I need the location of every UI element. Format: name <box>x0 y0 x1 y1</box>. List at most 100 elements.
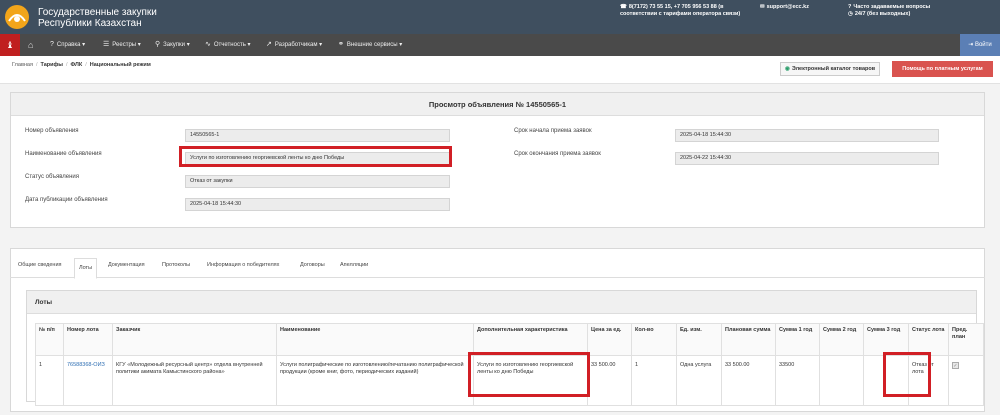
column-header: Пред. план <box>948 323 984 356</box>
start-date-label: Срок начала приема заявок <box>514 128 592 134</box>
column-header: Кол-во <box>631 323 677 356</box>
column-header: Дополнительная характеристика <box>473 323 588 356</box>
breadcrumb-separator: / <box>35 62 38 68</box>
phone-line-1: 8(7172) 73 55 15, +7 705 956 53 88 (в <box>628 4 724 10</box>
chart-icon: ∿ <box>205 41 211 48</box>
lots-title: Лоты <box>27 291 976 314</box>
email-contact[interactable]: ✉ support@ecc.kz <box>760 4 809 11</box>
mail-icon: ✉ <box>760 4 765 10</box>
page-title: Просмотр объявления № 14550565-1 <box>11 93 984 116</box>
home-icon[interactable]: ⌂ <box>28 34 33 56</box>
number-label: Номер объявления <box>25 128 79 134</box>
publication-date-field[interactable]: 2025-04-18 15:44:30 <box>185 198 450 211</box>
nav-item-help[interactable]: ? Справка ▾ <box>50 34 85 56</box>
catalog-label: Электронный каталог товаров <box>791 66 876 72</box>
column-header: Наименование <box>276 323 474 356</box>
question-icon: ? <box>848 4 852 10</box>
highlight-box <box>883 352 931 397</box>
phone-contact: ☎ 8(7172) 73 55 15, +7 705 956 53 88 (в с… <box>620 4 740 18</box>
lots-panel: Лоты № п/п Номер лота Заказчик Наименова… <box>26 290 984 406</box>
main-nav: ♝ ⌂ ? Справка ▾ ☰ Реестры ▾ ⚲ Закупки ▾ ∿ От… <box>0 34 1000 56</box>
tab-general[interactable]: Общие сведения <box>18 262 62 268</box>
brand-title[interactable]: Государственные закупки Республики Казах… <box>38 7 157 29</box>
cell-customer: КГУ «Молодежный ресурсный центр» отдела … <box>112 355 277 406</box>
tab-lots[interactable]: Лоты <box>74 258 98 279</box>
tab-protocols[interactable]: Протоколы <box>162 262 190 268</box>
nav-item-registries[interactable]: ☰ Реестры ▾ <box>103 34 141 56</box>
column-header: Статус лота <box>908 323 949 356</box>
login-label: Войти <box>974 42 992 48</box>
login-icon: ⇥ <box>968 42 975 48</box>
clock-icon: ◷ <box>848 11 853 17</box>
end-date-field[interactable]: 2025-04-22 15:44:30 <box>675 152 939 165</box>
column-header: Цена за ед. <box>587 323 632 356</box>
registry-icon: ☰ <box>103 41 110 48</box>
lot-number-link[interactable]: 76588368-ОИЗ <box>63 355 113 406</box>
column-header: Плановая сумма <box>721 323 776 356</box>
nav-label: Закупки <box>163 42 186 48</box>
nav-label: Отчетность <box>213 42 246 48</box>
tab-appeals[interactable]: Апелляции <box>340 262 368 268</box>
tabs-bar: Общие сведения Лоты Документация Протоко… <box>10 258 985 279</box>
cell-preplan: ✓ <box>948 355 984 406</box>
cell-name: Услуги полиграфические по изготовлению/п… <box>276 355 474 406</box>
nav-label: Реестры <box>112 42 137 48</box>
faq-text: Часто задаваемые вопросы <box>853 4 931 10</box>
breadcrumb-home[interactable]: Главная <box>12 62 33 68</box>
faq-contact[interactable]: ? Часто задаваемые вопросы ◷ 24/7 (без вых… <box>848 4 930 18</box>
login-button[interactable]: ⇥ Войти <box>960 34 1000 56</box>
nav-label: Разработчикам <box>274 42 318 48</box>
cell-unit: Одна услуга <box>676 355 722 406</box>
email-text: support@ecc.kz <box>766 4 809 10</box>
brand-mark-icon[interactable]: ♝ <box>0 34 20 56</box>
column-header: Заказчик <box>112 323 277 356</box>
cell-year1: 33500 <box>775 355 820 406</box>
breadcrumb-separator: / <box>66 62 68 68</box>
gov-procurement-logo-icon[interactable] <box>4 4 30 30</box>
breadcrumb-national[interactable]: Национальный режим <box>90 62 151 68</box>
table-header-row: № п/п Номер лота Заказчик Наименование Д… <box>35 323 984 356</box>
hours-text: 24/7 (без выходных) <box>854 11 911 17</box>
tab-winners[interactable]: Информация о победителях <box>207 262 279 268</box>
breadcrumb: Главная / Тарифы / ФЛК / Национальный режим <box>12 62 151 68</box>
nav-item-reports[interactable]: ∿ Отчетность ▾ <box>205 34 251 56</box>
nav-item-purchases[interactable]: ⚲ Закупки ▾ <box>155 34 190 56</box>
tab-documentation[interactable]: Документация <box>108 262 145 268</box>
nav-label: Внешние сервисы <box>346 42 398 48</box>
cell-num: 1 <box>35 355 64 406</box>
column-header: Номер лота <box>63 323 113 356</box>
highlight-box <box>468 352 590 397</box>
nav-item-developers[interactable]: ↗ Разработчикам ▾ <box>266 34 322 56</box>
breadcrumb-separator: / <box>85 62 87 68</box>
column-header: Сумма 2 год <box>819 323 864 356</box>
end-date-label: Срок окончания приема заявок <box>514 151 601 157</box>
column-header: Ед. изм. <box>676 323 722 356</box>
highlight-box <box>179 146 452 167</box>
phone-line-2: соответствии с тарифами оператора связи) <box>620 11 741 17</box>
breadcrumb-tariffs[interactable]: Тарифы <box>40 62 63 68</box>
cell-planned: 33 500.00 <box>721 355 776 406</box>
nav-label: Справка <box>56 42 81 48</box>
status-field[interactable]: Отказ от закупки <box>185 175 450 188</box>
nav-item-external[interactable]: ⚭ Внешние сервисы ▾ <box>338 34 402 56</box>
start-date-field[interactable]: 2025-04-18 15:44:30 <box>675 129 939 142</box>
brand-line-1: Государственные закупки <box>38 7 157 18</box>
search-icon: ⚲ <box>155 41 161 48</box>
preplan-checkbox[interactable]: ✓ <box>952 362 959 369</box>
catalog-icon: ◉ <box>785 66 790 72</box>
link-icon: ⚭ <box>338 41 344 48</box>
breadcrumb-flk[interactable]: ФЛК <box>71 62 83 68</box>
number-field[interactable]: 14550565-1 <box>185 129 450 142</box>
help-icon: ? <box>50 41 54 48</box>
brand-line-2: Республики Казахстан <box>38 18 142 29</box>
site-header: Государственные закупки Республики Казах… <box>0 0 1000 34</box>
publication-date-label: Дата публикации объявления <box>25 197 108 203</box>
code-icon: ↗ <box>266 41 272 48</box>
cell-qty: 1 <box>631 355 677 406</box>
name-label: Наименование объявления <box>25 151 102 157</box>
column-header: № п/п <box>35 323 64 356</box>
catalog-button[interactable]: ◉ Электронный каталог товаров <box>780 62 881 76</box>
tab-contracts[interactable]: Договоры <box>300 262 325 268</box>
announcement-panel: Просмотр объявления № 14550565-1 Номер о… <box>10 92 985 228</box>
paid-services-help-button[interactable]: Помощь по платным услугам <box>892 61 993 77</box>
